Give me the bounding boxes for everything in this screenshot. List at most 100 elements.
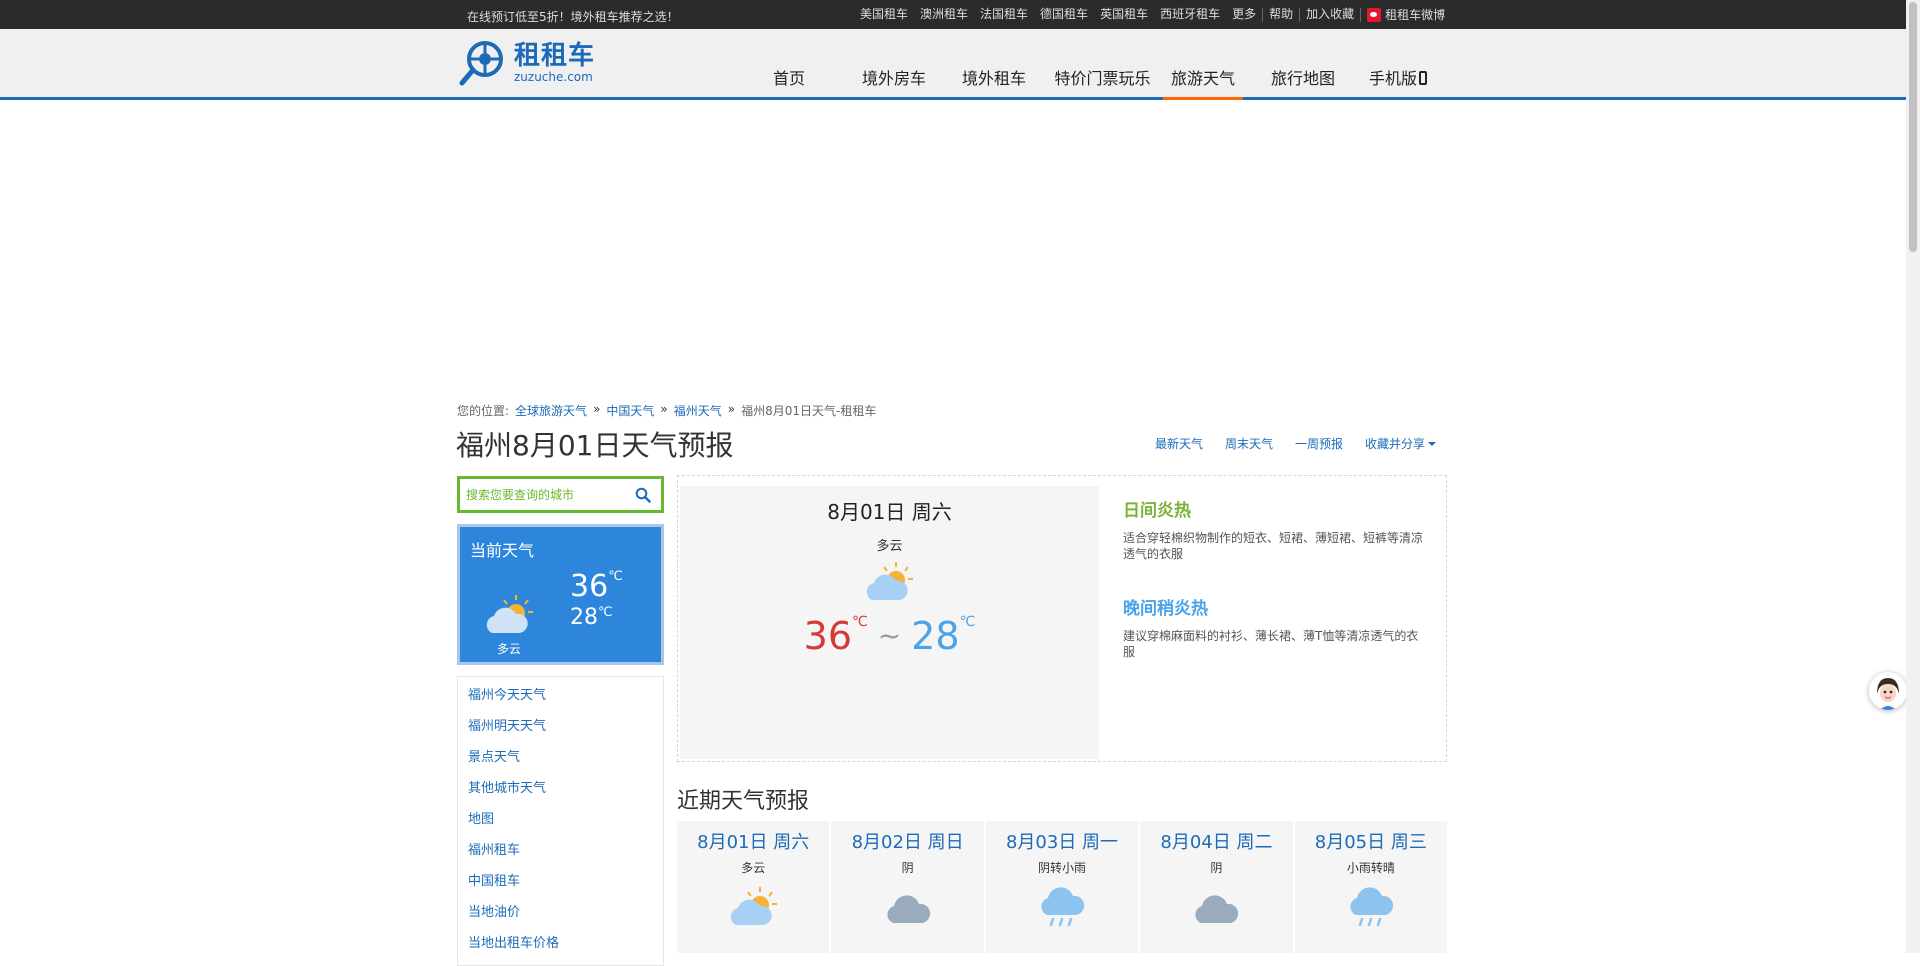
side-link-china-rental[interactable]: 中国租车 bbox=[458, 866, 663, 897]
current-weather-card: 当前天气 36℃ 28℃ 多云 bbox=[457, 524, 664, 665]
top-link-weibo[interactable]: 租租车微博 bbox=[1360, 8, 1451, 22]
forecast-date: 8月04日 周二 bbox=[1160, 832, 1273, 853]
day-tip: 日间炎热 适合穿轻棉织物制作的短衣、短裙、薄短裙、短裤等清凉透气的衣服 bbox=[1123, 496, 1423, 562]
side-link-other-cities[interactable]: 其他城市天气 bbox=[458, 773, 663, 804]
side-link-attractions[interactable]: 景点天气 bbox=[458, 742, 663, 773]
side-link-taxi-price[interactable]: 当地出租车价格 bbox=[458, 928, 663, 959]
weibo-icon bbox=[1367, 8, 1382, 22]
forecast-day[interactable]: 8月03日 周一 阴转小雨 bbox=[985, 821, 1139, 953]
forecast-day[interactable]: 8月05日 周三 小雨转晴 bbox=[1294, 821, 1448, 953]
partly-cloudy-icon bbox=[866, 562, 913, 600]
partly-cloudy-icon bbox=[486, 595, 533, 633]
breadcrumb-fuzhou-weather[interactable]: 福州天气 bbox=[674, 402, 722, 419]
forecast-condition: 小雨转晴 bbox=[1346, 861, 1395, 875]
search-input[interactable] bbox=[466, 487, 626, 503]
avatar-icon bbox=[1869, 672, 1907, 710]
night-tip: 晚间稍炎热 建议穿棉麻面料的衬衫、薄长裙、薄T恤等清凉透气的衣服 bbox=[1123, 594, 1423, 660]
top-link-fr[interactable]: 法国租车 bbox=[974, 8, 1034, 22]
nav-rv[interactable]: 境外房车 bbox=[854, 69, 934, 100]
side-link-today[interactable]: 福州今天天气 bbox=[458, 680, 663, 711]
search-icon[interactable] bbox=[635, 487, 651, 503]
current-low-temp: 28℃ bbox=[570, 605, 613, 630]
temp-unit: ℃ bbox=[959, 614, 976, 630]
nav-mobile-label: 手机版 bbox=[1368, 69, 1417, 88]
logo-en-text: zuzuche.com bbox=[514, 70, 593, 84]
nav-mobile[interactable]: 手机版 bbox=[1363, 69, 1433, 100]
top-link-au[interactable]: 澳洲租车 bbox=[914, 8, 974, 22]
forecast-day[interactable]: 8月01日 周六 多云 bbox=[677, 821, 830, 953]
temp-unit: ℃ bbox=[598, 605, 613, 620]
rain-icon bbox=[1041, 887, 1085, 927]
link-latest-weather[interactable]: 最新天气 bbox=[1155, 435, 1203, 452]
nav-map[interactable]: 旅行地图 bbox=[1263, 69, 1343, 100]
phone-icon bbox=[1419, 71, 1427, 85]
temp-unit: ℃ bbox=[852, 614, 868, 630]
today-panel: 8月01日 周六 多云 36℃ ~28℃ 日间炎热 适合穿轻棉织物制作的短衣、短裙… bbox=[677, 475, 1447, 762]
nav-home[interactable]: 首页 bbox=[744, 69, 834, 100]
link-favorite-share[interactable]: 收藏并分享 bbox=[1365, 435, 1437, 452]
site-header: 租租车 zuzuche.com 首页 境外房车 境外租车 特价门票玩乐 旅游天气… bbox=[0, 29, 1906, 100]
current-high-temp: 36℃ bbox=[570, 569, 623, 604]
top-link-us[interactable]: 美国租车 bbox=[854, 8, 914, 22]
top-link-es[interactable]: 西班牙租车 bbox=[1154, 8, 1226, 22]
breadcrumb: 您的位置: 全球旅游天气 » 中国天气 » 福州天气 » 福州8月01日天气-租… bbox=[457, 402, 876, 419]
today-date: 8月01日 周六 bbox=[827, 500, 952, 524]
top-link-uk[interactable]: 英国租车 bbox=[1094, 8, 1154, 22]
logo-cn-text: 租租车 bbox=[514, 41, 596, 71]
side-link-fuel-price[interactable]: 当地油价 bbox=[458, 897, 663, 928]
partly-cloudy-icon bbox=[730, 887, 778, 925]
top-link-de[interactable]: 德国租车 bbox=[1034, 8, 1094, 22]
current-weather-title: 当前天气 bbox=[470, 541, 535, 560]
breadcrumb-sep: » bbox=[593, 402, 601, 416]
forecast-title: 近期天气预报 bbox=[677, 789, 810, 814]
nav-weather[interactable]: 旅游天气 bbox=[1163, 69, 1243, 100]
forecast-list: 8月01日 周六 多云 8月02日 周日 阴 8月03日 周一 阴转小雨 8月0… bbox=[677, 821, 1448, 953]
forecast-day[interactable]: 8月02日 周日 阴 bbox=[831, 821, 984, 953]
city-search bbox=[457, 476, 664, 513]
top-bar: 在线预订低至5折！境外租车推荐之选！ 美国租车 澳洲租车 法国租车 德国租车 英… bbox=[0, 0, 1906, 29]
night-tip-text: 建议穿棉麻面料的衬衫、薄长裙、薄T恤等清凉透气的衣服 bbox=[1123, 629, 1419, 659]
day-tip-title: 日间炎热 bbox=[1123, 501, 1191, 521]
today-low-temp: 28℃ bbox=[911, 614, 975, 658]
temp-unit: ℃ bbox=[608, 569, 623, 584]
breadcrumb-global-weather[interactable]: 全球旅游天气 bbox=[515, 402, 587, 419]
top-link-favorite[interactable]: 加入收藏 bbox=[1299, 8, 1360, 22]
day-tip-text: 适合穿轻棉织物制作的短衣、短裙、薄短裙、短裤等清凉透气的衣服 bbox=[1123, 531, 1424, 561]
scrollbar-thumb[interactable] bbox=[1909, 2, 1917, 252]
side-link-map[interactable]: 地图 bbox=[458, 804, 663, 835]
forecast-condition: 多云 bbox=[741, 861, 766, 875]
link-week-forecast[interactable]: 一周预报 bbox=[1295, 435, 1343, 452]
forecast-date: 8月02日 周日 bbox=[851, 832, 964, 853]
link-weekend-weather[interactable]: 周末天气 bbox=[1225, 435, 1273, 452]
page-title: 福州8月01日天气预报 bbox=[456, 429, 734, 462]
side-link-fuzhou-rental[interactable]: 福州租车 bbox=[458, 835, 663, 866]
breadcrumb-prefix: 您的位置: bbox=[457, 404, 510, 418]
weibo-label: 租租车微博 bbox=[1385, 7, 1446, 22]
breadcrumb-china-weather[interactable]: 中国天气 bbox=[606, 402, 654, 419]
ad-space bbox=[0, 103, 1906, 393]
current-low-value: 28 bbox=[570, 605, 598, 630]
top-link-more[interactable]: 更多 bbox=[1226, 8, 1262, 22]
side-link-tomorrow[interactable]: 福州明天天气 bbox=[458, 711, 663, 742]
breadcrumb-current: 福州8月01日天气-租租车 bbox=[741, 404, 877, 418]
page-scrollbar[interactable] bbox=[1906, 0, 1920, 953]
current-high-value: 36 bbox=[570, 569, 609, 604]
temp-sep: ~ bbox=[877, 619, 902, 652]
forecast-day[interactable]: 8月04日 周二 阴 bbox=[1140, 821, 1293, 953]
top-link-help[interactable]: 帮助 bbox=[1262, 8, 1299, 22]
today-high-temp: 36℃ bbox=[804, 614, 868, 658]
logo-lens-icon bbox=[459, 41, 503, 86]
favorite-share-label: 收藏并分享 bbox=[1365, 437, 1426, 451]
nav-tickets[interactable]: 特价门票玩乐 bbox=[1054, 69, 1151, 100]
forecast-date: 8月03日 周一 bbox=[1005, 832, 1119, 853]
nav-car-rental[interactable]: 境外租车 bbox=[954, 69, 1034, 100]
assistant-avatar-button[interactable] bbox=[1869, 672, 1907, 710]
promo-text: 在线预订低至5折！境外租车推荐之选！ bbox=[467, 10, 679, 24]
today-condition: 多云 bbox=[876, 539, 903, 554]
breadcrumb-sep: » bbox=[660, 402, 668, 416]
main-nav: 首页 境外房车 境外租车 特价门票玩乐 旅游天气 旅行地图 手机版 bbox=[744, 69, 1433, 100]
today-low-value: 28 bbox=[911, 614, 960, 658]
title-links: 最新天气 周末天气 一周预报 收藏并分享 bbox=[1155, 435, 1437, 452]
top-links: 美国租车 澳洲租车 法国租车 德国租车 英国租车 西班牙租车 更多 帮助 加入收… bbox=[854, 8, 1451, 22]
site-logo[interactable]: 租租车 zuzuche.com bbox=[458, 39, 595, 87]
